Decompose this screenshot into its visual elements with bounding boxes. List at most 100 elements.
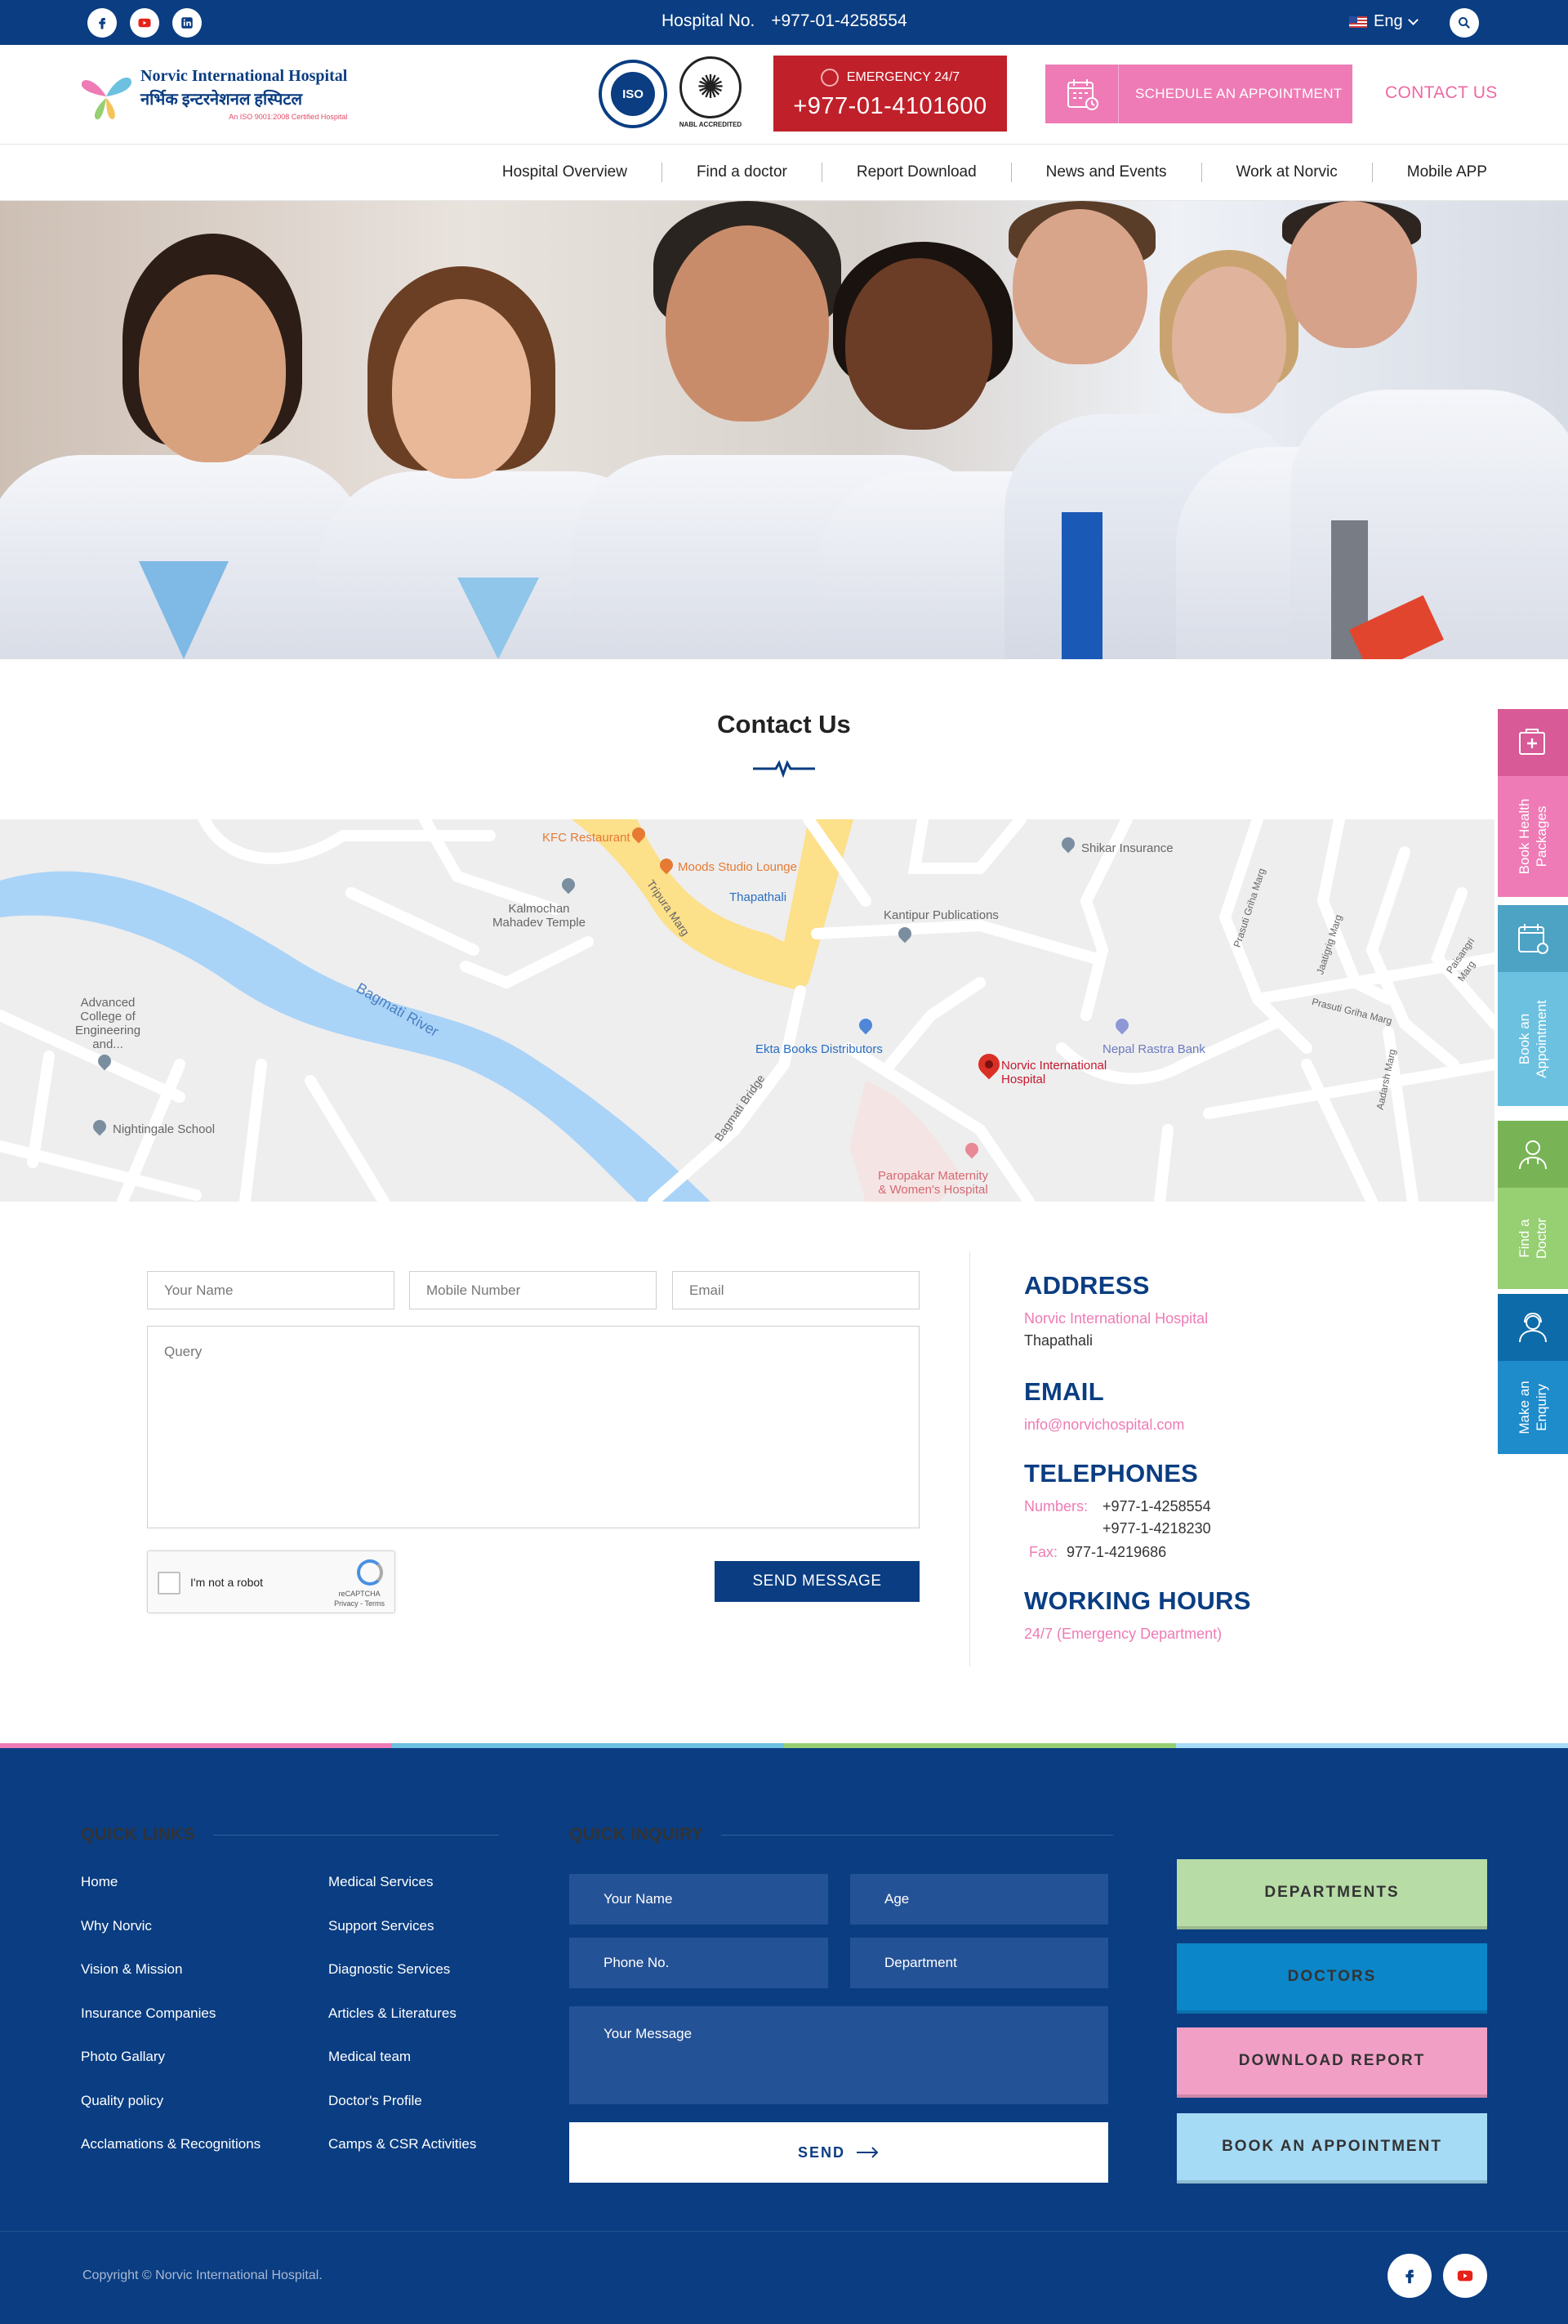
calendar-icon <box>1045 65 1119 123</box>
recaptcha-links[interactable]: Privacy - Terms <box>334 1599 385 1608</box>
email-input[interactable]: Email <box>672 1271 920 1309</box>
map-label-ekta-books: Ekta Books Distributors <box>755 1042 883 1056</box>
working-hours-value: 24/7 (Emergency Department) <box>1024 1626 1223 1642</box>
qi-phone-input[interactable]: Phone No. <box>569 1938 828 1988</box>
footer-link-articles[interactable]: Articles & Literatures <box>328 2005 476 2050</box>
sidetab-book-an-appointment[interactable]: Book an Appointment <box>1498 905 1568 1106</box>
map-label-kalmochan: Kalmochan Mahadev Temple <box>492 902 586 930</box>
nav-item-news-and-events[interactable]: News and Events <box>1012 163 1202 182</box>
emergency-box[interactable]: EMERGENCY 24/7 +977-01-4101600 <box>773 56 1007 132</box>
arrow-right-icon <box>857 2147 879 2158</box>
send-message-button[interactable]: SEND MESSAGE <box>715 1561 920 1602</box>
language-selector[interactable]: Eng <box>1349 12 1419 31</box>
map-label-advanced-college: Advanced College of Engineering and... <box>75 996 141 1051</box>
hospital-logo[interactable]: Norvic International Hospital नर्भिक इन्… <box>80 65 347 123</box>
hospital-number-value[interactable]: +977-01-4258554 <box>771 11 906 30</box>
footer-link-support-services[interactable]: Support Services <box>328 1918 476 1962</box>
heartbeat-divider-icon <box>753 760 815 778</box>
recaptcha-widget: I'm not a robot reCAPTCHA Privacy - Term… <box>147 1550 395 1613</box>
sidetab-label: Make an Enquiry <box>1517 1381 1549 1434</box>
telephone-number-2[interactable]: +977-1-4218230 <box>1102 1520 1211 1537</box>
telephone-number-1[interactable]: +977-1-4258554 <box>1102 1498 1211 1515</box>
top-bar: Hospital No. +977-01-4258554 Eng <box>0 0 1568 45</box>
name-input[interactable]: Your Name <box>147 1271 394 1309</box>
hospital-number: Hospital No. +977-01-4258554 <box>662 11 907 31</box>
download-report-button[interactable]: DOWNLOAD REPORT <box>1177 2027 1487 2098</box>
footer-link-vision-mission[interactable]: Vision & Mission <box>81 1961 261 2005</box>
footer-link-camps-csr[interactable]: Camps & CSR Activities <box>328 2136 476 2180</box>
youtube-icon[interactable] <box>130 8 159 38</box>
footer-link-why-norvic[interactable]: Why Norvic <box>81 1918 261 1962</box>
logo-name-nepali: नर्भिक इन्टरनेशनल हस्पिटल <box>140 91 302 109</box>
doctors-button[interactable]: DOCTORS <box>1177 1943 1487 2014</box>
footer-link-photo-gallery[interactable]: Photo Gallary <box>81 2049 261 2093</box>
qi-message-textarea[interactable]: Your Message <box>569 2006 1108 2104</box>
footer-link-home[interactable]: Home <box>81 1874 261 1918</box>
recaptcha-label: I'm not a robot <box>190 1576 264 1589</box>
sidetab-book-health-packages[interactable]: Book Health Packages <box>1498 709 1568 897</box>
contact-us-link[interactable]: CONTACT US <box>1385 83 1498 103</box>
email-heading: EMAIL <box>1024 1377 1104 1406</box>
facebook-icon[interactable] <box>1388 2254 1432 2298</box>
search-icon[interactable] <box>1450 8 1479 38</box>
recaptcha-brand: reCAPTCHA <box>338 1590 381 1598</box>
enquiry-icon <box>1498 1294 1568 1361</box>
footer-link-medical-services[interactable]: Medical Services <box>328 1874 476 1918</box>
nav-list: Hospital Overview Find a doctor Report D… <box>468 163 1487 182</box>
footer-social-links <box>1388 2254 1487 2298</box>
qi-name-input[interactable]: Your Name <box>569 1874 828 1925</box>
chevron-down-icon <box>1407 14 1419 25</box>
nav-item-mobile-app[interactable]: Mobile APP <box>1373 163 1487 182</box>
schedule-appointment-button[interactable]: SCHEDULE AN APPOINTMENT <box>1045 65 1352 123</box>
nav-item-work-at-norvic[interactable]: Work at Norvic <box>1202 163 1373 182</box>
youtube-icon[interactable] <box>1443 2254 1487 2298</box>
linkedin-icon[interactable] <box>172 8 202 38</box>
departments-button[interactable]: DEPARTMENTS <box>1177 1859 1487 1929</box>
recaptcha-checkbox[interactable] <box>158 1572 180 1595</box>
footer-link-quality-policy[interactable]: Quality policy <box>81 2093 261 2137</box>
quick-links-col-1: Home Why Norvic Vision & Mission Insuran… <box>81 1874 261 2180</box>
working-hours-heading: WORKING HOURS <box>1024 1586 1251 1615</box>
qi-department-select[interactable]: Department <box>850 1938 1108 1988</box>
qi-send-button[interactable]: SEND <box>569 2122 1108 2183</box>
footer-link-acclamations[interactable]: Acclamations & Recognitions <box>81 2136 261 2180</box>
address-heading: ADDRESS <box>1024 1271 1150 1300</box>
nav-item-find-a-doctor[interactable]: Find a doctor <box>662 163 822 182</box>
address-line-2: Thapathali <box>1024 1332 1094 1349</box>
address-line-1: Norvic International Hospital <box>1024 1310 1209 1327</box>
quick-links-col-2: Medical Services Support Services Diagno… <box>328 1874 476 2180</box>
quick-inquiry-heading: QUICK INQUIRY <box>569 1825 1114 1844</box>
emergency-label: EMERGENCY 24/7 <box>846 70 960 84</box>
nabl-accredited-badge: ✺ NABL ACCREDITED <box>678 56 743 135</box>
nav-item-hospital-overview[interactable]: Hospital Overview <box>468 163 662 182</box>
nav-item-report-download[interactable]: Report Download <box>822 163 1012 182</box>
location-map[interactable]: KFC Restaurant Moods Studio Lounge Thapa… <box>0 819 1494 1202</box>
footer-divider <box>0 2231 1568 2232</box>
map-label-paropakar: Paropakar Maternity & Women's Hospital <box>878 1169 989 1197</box>
sidetab-find-a-doctor[interactable]: Find a Doctor <box>1498 1121 1568 1289</box>
contact-us-heading: Contact Us <box>717 710 851 738</box>
footer-link-diagnostic-services[interactable]: Diagnostic Services <box>328 1961 476 2005</box>
copyright-text: Copyright © Norvic International Hospita… <box>82 2268 323 2282</box>
sidetab-label: Book an Appointment <box>1517 1000 1549 1078</box>
facebook-icon[interactable] <box>87 8 117 38</box>
iso-certified-badge: ISO <box>599 60 667 128</box>
qi-send-label: SEND <box>797 2143 845 2161</box>
map-label-norvic-hospital: Norvic International Hospital <box>1001 1059 1107 1086</box>
footer-link-medical-team[interactable]: Medical team <box>328 2049 476 2093</box>
email-link[interactable]: info@norvichospital.com <box>1024 1416 1432 1434</box>
fax-number: 977-1-4219686 <box>1067 1544 1167 1560</box>
footer-link-doctors-profile[interactable]: Doctor's Profile <box>328 2093 476 2137</box>
sidetab-make-an-enquiry[interactable]: Make an Enquiry <box>1498 1294 1568 1454</box>
us-flag-icon <box>1349 16 1367 28</box>
butterfly-logo-icon <box>80 65 132 123</box>
quick-inquiry-title: QUICK INQUIRY <box>569 1825 704 1844</box>
book-appointment-button[interactable]: BOOK AN APPOINTMENT <box>1177 2113 1487 2183</box>
quick-links-title: QUICK LINKS <box>81 1825 195 1844</box>
top-social-links <box>87 8 202 38</box>
query-textarea[interactable]: Query <box>147 1326 920 1528</box>
qi-age-input[interactable]: Age <box>850 1874 1108 1925</box>
footer-link-insurance[interactable]: Insurance Companies <box>81 2005 261 2050</box>
mobile-number-input[interactable]: Mobile Number <box>409 1271 657 1309</box>
map-label-nepal-rastra-bank: Nepal Rastra Bank <box>1102 1042 1205 1056</box>
